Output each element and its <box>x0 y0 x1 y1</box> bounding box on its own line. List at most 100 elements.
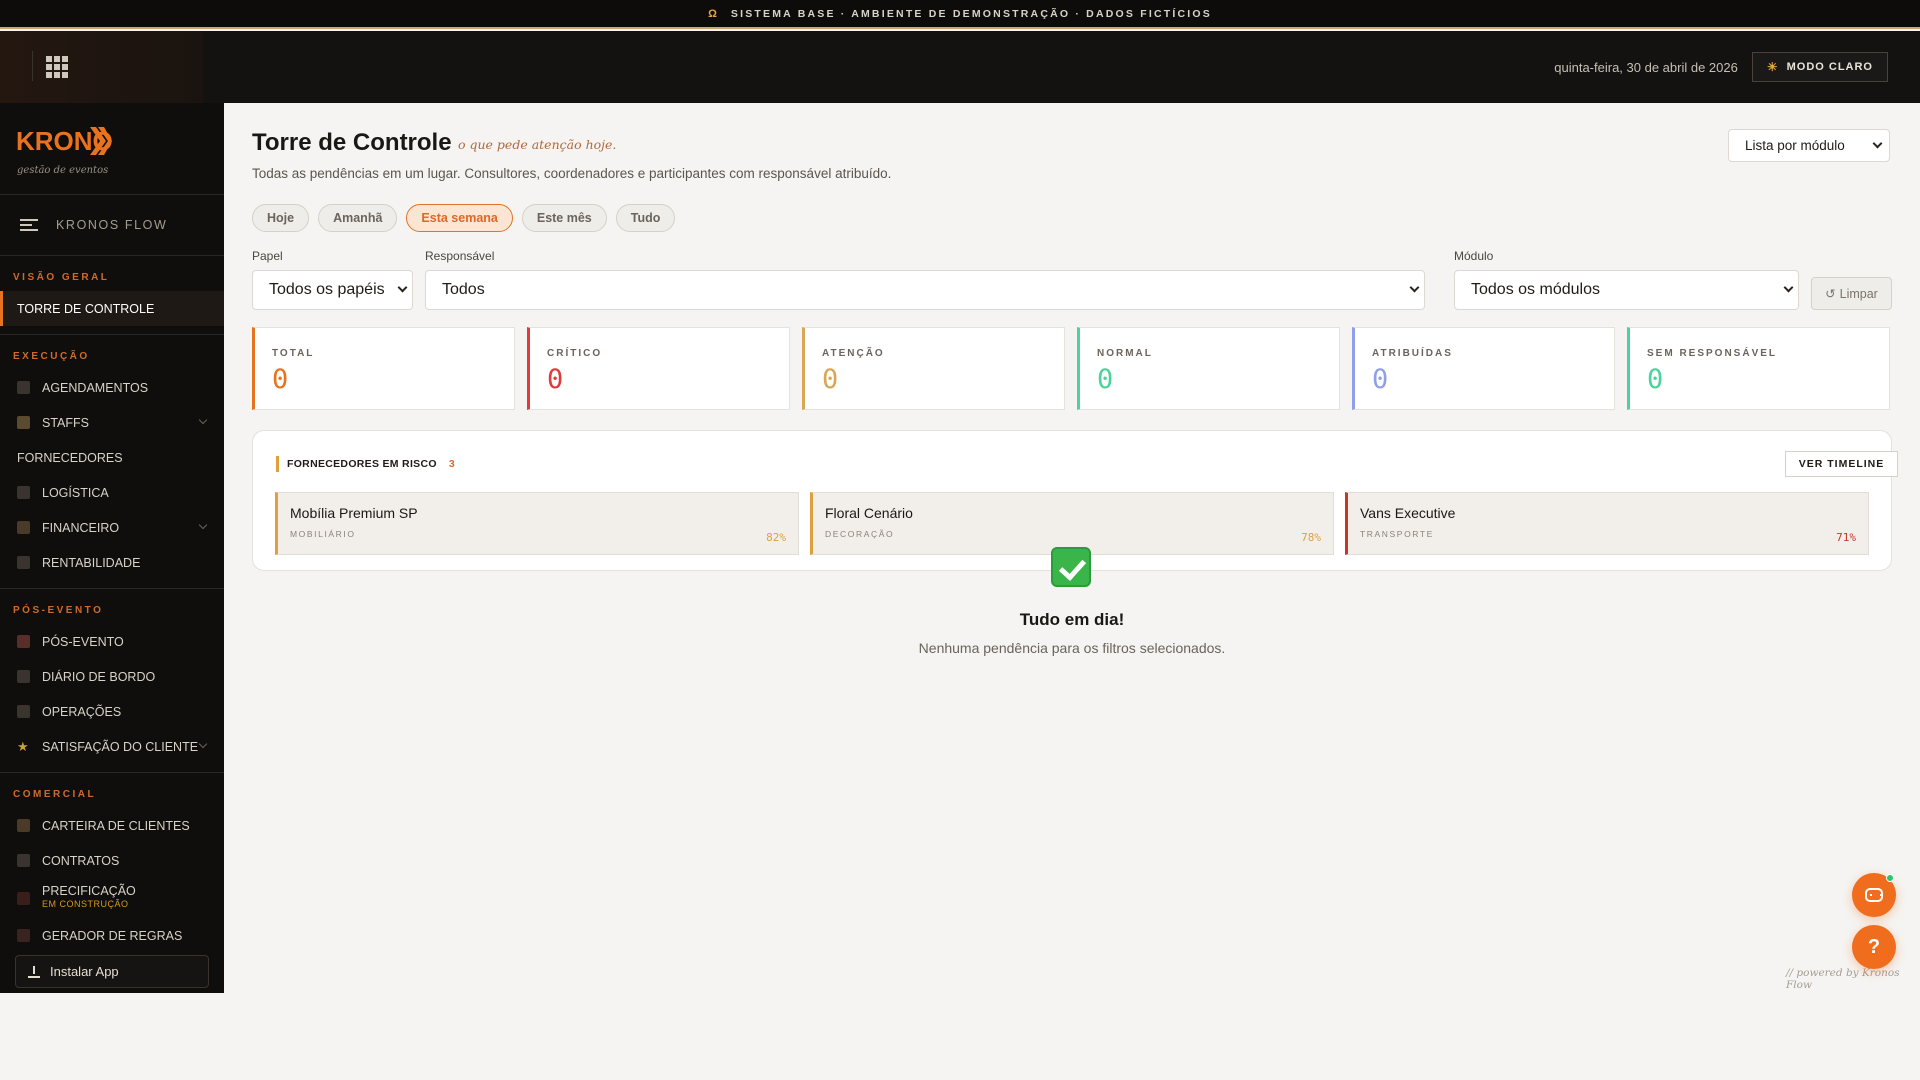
banner-text: SISTEMA BASE · AMBIENTE DE DEMONSTRAÇÃO … <box>730 7 1212 20</box>
notebook-icon <box>17 670 30 683</box>
money-bag-icon <box>17 521 30 534</box>
supplier-risk-percent: 82% <box>766 531 786 544</box>
stat-total: TOTAL 0 <box>252 327 515 410</box>
modulo-select[interactable]: Todos os módulos <box>1454 270 1799 310</box>
person-icon <box>17 416 30 429</box>
sidebar-item-operacoes[interactable]: OPERAÇÕES <box>0 694 224 729</box>
app-switcher[interactable]: KRONOS FLOW <box>0 195 224 256</box>
supplier-card[interactable]: Mobília Premium SP MOBILIÁRIO 82% <box>275 492 799 555</box>
help-button[interactable]: ? <box>1852 925 1896 969</box>
chip-amanha[interactable]: Amanhã <box>318 204 398 232</box>
stat-label: TOTAL <box>272 348 315 359</box>
star-icon: ★ <box>17 739 29 754</box>
chip-hoje[interactable]: Hoje <box>252 204 310 232</box>
page-footer-area <box>0 993 1920 1080</box>
sidebar-item-financeiro[interactable]: FINANCEIRO <box>0 510 224 545</box>
page-title: Torre de Controle <box>252 129 452 156</box>
chart-icon <box>17 705 30 718</box>
pen-icon <box>17 635 30 648</box>
empty-state-title: Tudo em dia! <box>1019 610 1125 629</box>
page-description: Todas as pendências em um lugar. Consult… <box>252 166 892 181</box>
responsavel-select[interactable]: Todos <box>425 270 1425 310</box>
supplier-category: TRANSPORTE <box>1360 529 1434 539</box>
sidebar-item-label: STAFFS <box>42 415 89 430</box>
sidebar: KRONOS gestão de eventos KRONOS FLOW VIS… <box>0 103 224 993</box>
logo-subtitle: gestão de eventos <box>17 165 109 176</box>
current-date: quinta-feira, 30 de abril de 2026 <box>1554 59 1738 75</box>
sidebar-item-label: LOGÍSTICA <box>42 485 109 500</box>
stat-label: ATENÇÃO <box>822 348 885 359</box>
omega-icon: Ω <box>708 7 717 20</box>
sidebar-item-label: TORRE DE CONTROLE <box>17 301 155 316</box>
sidebar-item-gerador-de-regras[interactable]: GERADOR DE REGRAS <box>0 918 224 953</box>
sidebar-item-label: SATISFAÇÃO DO CLIENTE <box>42 739 199 754</box>
sidebar-item-logistica[interactable]: LOGÍSTICA <box>0 475 224 510</box>
stat-value: 0 <box>272 364 289 395</box>
supplier-name: Floral Cenário <box>825 505 913 521</box>
grid-icon[interactable] <box>46 56 68 78</box>
sidebar-item-rentabilidade[interactable]: RENTABILIDADE <box>0 545 224 580</box>
page-tagline: o que pede atenção hoje. <box>458 137 617 152</box>
install-app-label: Instalar App <box>50 964 119 979</box>
document-icon <box>17 854 30 867</box>
modulo-label: Módulo <box>1454 249 1494 263</box>
stat-atencao: ATENÇÃO 0 <box>802 327 1065 410</box>
chevron-down-icon <box>198 415 208 425</box>
empty-state-description: Nenhuma pendência para os filtros seleci… <box>918 640 1226 656</box>
stat-critico: CRÍTICO 0 <box>527 327 790 410</box>
clear-filters-button[interactable]: ↺ Limpar <box>1811 277 1892 310</box>
install-app-button[interactable]: Instalar App <box>15 955 209 988</box>
logo-area: KRONOS gestão de eventos <box>0 103 224 195</box>
chevron-down-icon <box>1409 282 1420 293</box>
risk-count: 3 <box>448 458 455 470</box>
sidebar-item-label: GERADOR DE REGRAS <box>42 928 183 943</box>
truck-icon <box>17 486 30 499</box>
chip-este-mes[interactable]: Este mês <box>521 204 607 232</box>
sidebar-item-agendamentos[interactable]: AGENDAMENTOS <box>0 370 224 405</box>
stat-atribuidas: ATRIBUÍDAS 0 <box>1352 327 1615 410</box>
supplier-card[interactable]: Vans Executive TRANSPORTE 71% <box>1345 492 1869 555</box>
sidebar-item-label: OPERAÇÕES <box>42 704 122 719</box>
responsavel-label: Responsável <box>425 249 495 263</box>
sidebar-item-contratos[interactable]: CONTRATOS <box>0 843 224 878</box>
calendar-icon <box>17 381 30 394</box>
section-execucao: EXECUÇÃO <box>13 351 90 362</box>
sidebar-item-label: FINANCEIRO <box>42 520 120 535</box>
supplier-name: Vans Executive <box>1360 505 1456 521</box>
modulo-value: Todos os módulos <box>1471 281 1600 298</box>
theme-toggle-button[interactable]: ☀ MODO CLARO <box>1751 52 1888 82</box>
stat-value: 0 <box>1647 364 1664 395</box>
sidebar-item-label: RENTABILIDADE <box>42 555 141 570</box>
chevron-down-icon <box>397 282 408 293</box>
powered-by: // powered by Kronos Flow <box>1786 967 1900 991</box>
demo-banner: Ω SISTEMA BASE · AMBIENTE DE DEMONSTRAÇÃ… <box>0 0 1920 29</box>
theme-toggle-label: MODO CLARO <box>1786 61 1873 73</box>
chip-tudo[interactable]: Tudo <box>615 204 676 232</box>
sidebar-item-torre-de-controle[interactable]: TORRE DE CONTROLE <box>0 291 224 326</box>
view-timeline-button[interactable]: VER TIMELINE <box>1785 451 1898 477</box>
sidebar-item-precificacao[interactable]: PRECIFICAÇÃO EM CONSTRUÇÃO <box>0 878 224 918</box>
download-icon <box>28 965 40 978</box>
supplier-risk-percent: 71% <box>1836 531 1856 544</box>
view-mode-select[interactable]: Lista por módulo <box>1728 129 1890 162</box>
chat-icon <box>1865 888 1883 902</box>
sidebar-item-pos-evento[interactable]: PÓS-EVENTO <box>0 624 224 659</box>
supplier-card[interactable]: Floral Cenário DECORAÇÃO 78% <box>810 492 1334 555</box>
risk-accent-bar <box>276 456 279 472</box>
sidebar-item-label: DIÁRIO DE BORDO <box>42 669 156 684</box>
help-icon: ? <box>1867 935 1881 958</box>
sidebar-item-satisfacao[interactable]: ★ SATISFAÇÃO DO CLIENTE <box>0 729 224 764</box>
sidebar-item-carteira-de-clientes[interactable]: CARTEIRA DE CLIENTES <box>0 808 224 843</box>
sidebar-item-diario-de-bordo[interactable]: DIÁRIO DE BORDO <box>0 659 224 694</box>
stat-label: NORMAL <box>1097 348 1153 359</box>
sidebar-item-label: FORNECEDORES <box>17 450 123 465</box>
papel-select[interactable]: Todos os papéis <box>252 270 413 310</box>
chip-esta-semana[interactable]: Esta semana <box>406 204 513 232</box>
rules-icon <box>17 929 30 942</box>
sidebar-item-staffs[interactable]: STAFFS <box>0 405 224 440</box>
chat-button[interactable] <box>1852 873 1896 917</box>
sidebar-item-fornecedores[interactable]: FORNECEDORES <box>0 440 224 475</box>
chevron-down-icon <box>1872 138 1883 149</box>
supplier-category: MOBILIÁRIO <box>290 529 356 539</box>
chart-icon <box>17 556 30 569</box>
